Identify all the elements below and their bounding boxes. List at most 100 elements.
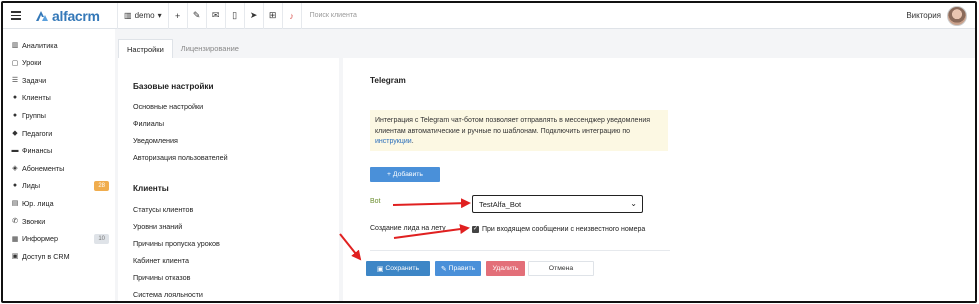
sidebar-item-label: Задачи bbox=[22, 75, 47, 85]
menu-link-absence-reasons[interactable]: Причины пропуска уроков bbox=[133, 239, 220, 248]
plus-icon[interactable]: + bbox=[167, 3, 187, 29]
sidebar-item-label: Финансы bbox=[22, 146, 53, 156]
sidebar-item-label: Абонементы bbox=[22, 163, 65, 173]
cart-icon[interactable]: ⊞ bbox=[262, 3, 282, 29]
top-navbar: alfacrm ▥ demo ▾ + ✎ ✉ ▯ ➤ ⊞ ♪ Поиск кли… bbox=[3, 3, 975, 29]
sidebar-item-label: Аналитика bbox=[22, 40, 58, 50]
sidebar-item[interactable]: ▤ Юр. лица bbox=[11, 196, 109, 210]
lock-icon: ▣ bbox=[11, 253, 19, 261]
telegram-icon[interactable]: ➤ bbox=[243, 3, 263, 29]
sidebar-item-label: Уроки bbox=[22, 58, 42, 68]
bell-icon[interactable]: ♪ bbox=[281, 3, 301, 29]
groups-icon: ● bbox=[12, 111, 18, 119]
branch-icon: ▥ bbox=[124, 11, 132, 20]
telegram-settings-panel: Telegram Интеграция с Telegram чат-ботом… bbox=[343, 58, 975, 301]
menu-link-client-cabinet[interactable]: Кабинет клиента bbox=[133, 256, 189, 265]
bot-select-value: TestAlfa_Bot bbox=[479, 199, 522, 209]
mail-icon[interactable]: ✉ bbox=[205, 3, 225, 29]
page-title: Telegram bbox=[370, 76, 406, 85]
subscriptions-icon: ◈ bbox=[12, 165, 18, 173]
sidebar-item[interactable]: ☰ Задачи bbox=[11, 73, 109, 87]
lessons-icon: ▢ bbox=[11, 59, 19, 67]
menu-link-loyalty-system[interactable]: Система лояльности bbox=[133, 290, 203, 299]
finance-icon: ▬ bbox=[11, 147, 19, 155]
logo[interactable]: alfacrm bbox=[35, 8, 117, 24]
menu-link-client-statuses[interactable]: Статусы клиентов bbox=[133, 205, 193, 214]
informer-icon: ▦ bbox=[11, 235, 19, 243]
info-text: Интеграция с Telegram чат-ботом позволяе… bbox=[375, 117, 651, 135]
menu-link-user-auth[interactable]: Авторизация пользователей bbox=[133, 153, 228, 162]
instructions-link[interactable]: инструкции bbox=[375, 138, 412, 145]
sidebar-item[interactable]: ▦ Информер 10 bbox=[11, 232, 109, 246]
sidebar-item[interactable]: ✆ Звонки bbox=[11, 214, 109, 228]
phone-icon[interactable]: ▯ bbox=[224, 3, 244, 29]
sidebar: ▥ Аналитика ▢ Уроки ☰ Задачи ● Клиенты ● Группы ◆ П… bbox=[3, 29, 115, 301]
sidebar-item-label: Доступ в CRM bbox=[22, 251, 70, 261]
save-icon: ▣ bbox=[376, 265, 384, 273]
sidebar-item[interactable]: ▣ Доступ в CRM bbox=[11, 249, 109, 263]
save-button[interactable]: ▣ Сохранить bbox=[366, 261, 430, 276]
clients-heading: Клиенты bbox=[133, 184, 169, 193]
sidebar-item[interactable]: ▬ Финансы bbox=[11, 144, 109, 158]
branch-selector[interactable]: ▥ demo ▾ bbox=[117, 3, 168, 29]
leads-icon: ● bbox=[12, 182, 18, 190]
tab-settings[interactable]: Настройки bbox=[118, 39, 173, 58]
sidebar-item-label: Информер bbox=[22, 234, 58, 244]
legal-entities-icon: ▤ bbox=[11, 200, 19, 208]
pencil-icon: ✎ bbox=[440, 265, 447, 273]
divider bbox=[370, 250, 670, 251]
info-end: . bbox=[411, 138, 414, 145]
app-window: alfacrm ▥ demo ▾ + ✎ ✉ ▯ ➤ ⊞ ♪ Поиск кли… bbox=[1, 1, 977, 303]
user-name: Виктория bbox=[906, 11, 941, 20]
menu-link-knowledge-levels[interactable]: Уровни знаний bbox=[133, 222, 182, 231]
client-icon: ● bbox=[12, 94, 18, 102]
sidebar-item[interactable]: ▥ Аналитика bbox=[11, 38, 109, 52]
sidebar-item[interactable]: ◆ Педагоги bbox=[11, 126, 109, 140]
settings-tabs: Настройки Лицензирование bbox=[118, 39, 247, 58]
lead-creation-label: Создание лида на лету bbox=[370, 225, 446, 232]
sidebar-item[interactable]: ● Группы bbox=[11, 108, 109, 122]
logo-text: alfacrm bbox=[52, 7, 100, 24]
wrench-icon[interactable]: ✎ bbox=[186, 3, 206, 29]
sidebar-item-label: Юр. лица bbox=[22, 198, 54, 208]
tab-licensing[interactable]: Лицензирование bbox=[173, 39, 247, 58]
lead-checkbox[interactable]: ✓ bbox=[472, 226, 479, 233]
info-alert: Интеграция с Telegram чат-ботом позволяе… bbox=[370, 110, 668, 151]
sidebar-item[interactable]: ● Клиенты bbox=[11, 91, 109, 105]
bot-select[interactable]: TestAlfa_Bot ⌄ bbox=[472, 195, 643, 213]
basic-settings-heading: Базовые настройки bbox=[133, 82, 214, 91]
lead-checkbox-row[interactable]: ✓ При входящем сообщении с неизвестного … bbox=[472, 226, 645, 233]
sidebar-item[interactable]: ◈ Абонементы bbox=[11, 161, 109, 175]
sidebar-item-label: Звонки bbox=[22, 216, 46, 226]
settings-menu: Базовые настройки Основные настройки Фил… bbox=[118, 58, 339, 301]
search-input[interactable]: Поиск клиента bbox=[300, 3, 431, 29]
menu-link-notifications[interactable]: Уведомления bbox=[133, 136, 178, 145]
menu-icon[interactable] bbox=[3, 3, 29, 29]
teachers-icon: ◆ bbox=[12, 130, 18, 137]
bot-label: Bot bbox=[370, 198, 381, 205]
cancel-button[interactable]: Отмена bbox=[528, 261, 594, 276]
add-button[interactable]: + Добавить bbox=[370, 167, 440, 182]
menu-link-branches[interactable]: Филиалы bbox=[133, 119, 164, 128]
sidebar-item-label: Педагоги bbox=[22, 128, 53, 138]
logo-mark-icon bbox=[36, 10, 48, 21]
edit-button-label: Править bbox=[448, 265, 476, 272]
edit-button[interactable]: ✎ Править bbox=[435, 261, 481, 276]
tasks-icon: ☰ bbox=[11, 77, 19, 85]
save-button-label: Сохранить bbox=[385, 265, 420, 272]
delete-button[interactable]: Удалить bbox=[486, 261, 525, 276]
sidebar-item[interactable]: ▢ Уроки bbox=[11, 56, 109, 70]
sidebar-item-label: Группы bbox=[22, 110, 46, 120]
count-badge: 10 bbox=[94, 233, 109, 244]
menu-link-refusal-reasons[interactable]: Причины отказов bbox=[133, 273, 190, 282]
sidebar-item[interactable]: ● Лиды 28 bbox=[11, 179, 109, 193]
chevron-down-icon: ⌄ bbox=[630, 199, 637, 208]
user-menu[interactable]: Виктория bbox=[906, 5, 975, 26]
count-badge: 28 bbox=[94, 180, 109, 191]
menu-link-main-settings[interactable]: Основные настройки bbox=[133, 102, 203, 111]
chevron-down-icon: ▾ bbox=[157, 11, 162, 20]
sidebar-item-label: Лиды bbox=[22, 181, 41, 191]
branch-label: demo bbox=[134, 11, 155, 20]
analytics-icon: ▥ bbox=[11, 42, 19, 49]
sidebar-item-label: Клиенты bbox=[22, 93, 51, 103]
